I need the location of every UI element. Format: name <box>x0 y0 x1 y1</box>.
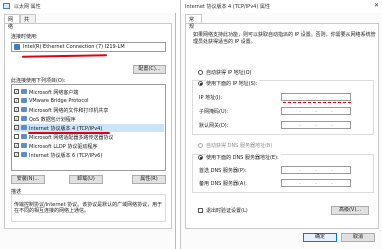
install-button[interactable]: 安装(N)... <box>11 175 45 184</box>
adapter-field: Intel(R) Ethernet Connection (7) I219-LM <box>11 42 166 52</box>
auto-ip-label: 自动获得 IP 地址(O) <box>206 70 252 76</box>
checkbox[interactable]: ✓ <box>14 89 19 94</box>
alternate-dns-input[interactable]: ... <box>281 179 351 187</box>
validate-label: 退出时验证设置(L) <box>206 208 248 214</box>
checkbox[interactable]: ✓ <box>14 107 19 112</box>
dialog-title: Internet 协议版本 4 (TCP/IPv4) 属性 <box>185 4 270 10</box>
checkbox[interactable] <box>14 134 19 139</box>
tab-general[interactable]: 常规 <box>185 14 202 30</box>
ethernet-properties-dialog: 以太网 属性 网络 共享 连接时使用: Intel(R) Ethernet Co… <box>0 0 176 249</box>
manual-ip-label: 使用下面的 IP 地址(S): <box>206 80 260 87</box>
items-label: 此连接使用下列项目(O): <box>11 78 66 84</box>
checkbox[interactable]: ✓ <box>14 152 19 157</box>
network-icon <box>3 3 10 9</box>
ip-address-input[interactable]: ... <box>281 93 351 101</box>
uninstall-button[interactable]: 卸载(U) <box>69 175 103 184</box>
list-item[interactable]: ✓ Microsoft LLDP 协议驱动程序 <box>14 142 164 150</box>
manual-ip-radio[interactable] <box>198 81 203 86</box>
service-icon <box>21 107 27 112</box>
title-bar: 以太网 属性 <box>0 0 176 13</box>
list-item[interactable]: ✓ Internet 协议版本 6 (TCP/IPv6) <box>14 151 164 159</box>
auto-ip-radio[interactable] <box>198 70 203 75</box>
ip-address-label: IP 地址(I): <box>199 95 223 101</box>
default-gateway-label: 默认网关(D): <box>199 123 229 129</box>
ipv4-properties-dialog: Internet 协议版本 4 (TCP/IPv4) 属性 ✕ 常规 如果网络支… <box>180 0 382 249</box>
tab-network[interactable]: 网络 <box>4 14 20 30</box>
manual-dns-radio[interactable] <box>198 155 203 160</box>
intro-text: 如果网络支持此功能，则可以获取自动指派的 IP 设置。否则，你需要从网络系统管理… <box>193 32 376 45</box>
advanced-button[interactable]: 高级(V)... <box>331 206 369 215</box>
adapter-name: Intel(R) Ethernet Connection (7) I219-LM <box>23 44 125 50</box>
checkbox[interactable]: ✓ <box>14 98 19 103</box>
subnet-mask-label: 子网掩码(U): <box>199 109 229 115</box>
adapter-icon <box>14 44 20 50</box>
red-underline-mark <box>21 54 108 58</box>
list-item[interactable]: ✓ VMware Bridge Protocol <box>14 97 164 105</box>
list-item[interactable]: ✓ Microsoft 网络客户端 <box>14 88 164 96</box>
service-icon <box>21 116 27 121</box>
general-tab-panel: 如果网络支持此功能，则可以获取自动指派的 IP 设置。否则，你需要从网络系统管理… <box>185 23 379 229</box>
checkbox[interactable]: ✓ <box>14 143 19 148</box>
list-item-ipv4[interactable]: ✓ Internet 协议版本 4 (TCP/IPv4) <box>14 124 164 132</box>
preferred-dns-label: 首选 DNS 服务器(P): <box>199 168 247 174</box>
red-dashed-mark <box>283 102 351 103</box>
protocol-icon <box>21 152 27 157</box>
list-item[interactable]: ✓ QoS 数据包计划程序 <box>14 115 164 123</box>
preferred-dns-input[interactable]: ... <box>281 166 351 174</box>
alternate-dns-label: 备用 DNS 服务器(A): <box>199 181 247 187</box>
protocol-icon <box>21 134 27 139</box>
checkbox[interactable]: ✓ <box>14 116 19 121</box>
list-item[interactable]: ✓ Microsoft 网络的文件和打印机共享 <box>14 106 164 114</box>
title-bar: Internet 协议版本 4 (TCP/IPv4) 属性 ✕ <box>181 0 382 13</box>
items-list[interactable]: ✓ Microsoft 网络客户端 ✓ VMware Bridge Protoc… <box>11 84 166 171</box>
tab-sharing[interactable]: 共享 <box>20 14 36 30</box>
auto-dns-radio[interactable] <box>198 143 203 148</box>
protocol-icon <box>21 98 27 103</box>
network-tab-panel: 连接时使用: Intel(R) Ethernet Connection (7) … <box>4 23 172 229</box>
description-text: 传输控制协议/Internet 协议。该协议是默认的广域网络协议，用于在不同的相… <box>14 202 163 214</box>
dialog-title: 以太网 属性 <box>14 4 41 10</box>
protocol-icon <box>21 125 27 130</box>
checkbox[interactable]: ✓ <box>14 125 19 130</box>
auto-dns-label: 自动获得 DNS 服务器地址(B) <box>206 143 273 149</box>
connect-using-label: 连接时使用: <box>11 34 38 40</box>
cancel-button[interactable]: 取消 <box>341 233 375 242</box>
default-gateway-input[interactable]: ... <box>281 121 351 129</box>
list-item[interactable]: Microsoft 网络适配器多路传送器协议 <box>14 133 164 141</box>
client-icon <box>21 89 27 94</box>
close-icon[interactable]: ✕ <box>374 2 379 9</box>
configure-button[interactable]: 配置(C)... <box>133 65 166 74</box>
protocol-icon <box>21 143 27 148</box>
properties-button[interactable]: 属性(R) <box>132 175 166 184</box>
manual-dns-label: 使用下面的 DNS 服务器地址(E): <box>206 154 281 161</box>
validate-checkbox[interactable] <box>198 208 203 213</box>
ok-button[interactable]: 确定 <box>303 233 337 242</box>
subnet-mask-input[interactable]: ... <box>281 107 351 115</box>
